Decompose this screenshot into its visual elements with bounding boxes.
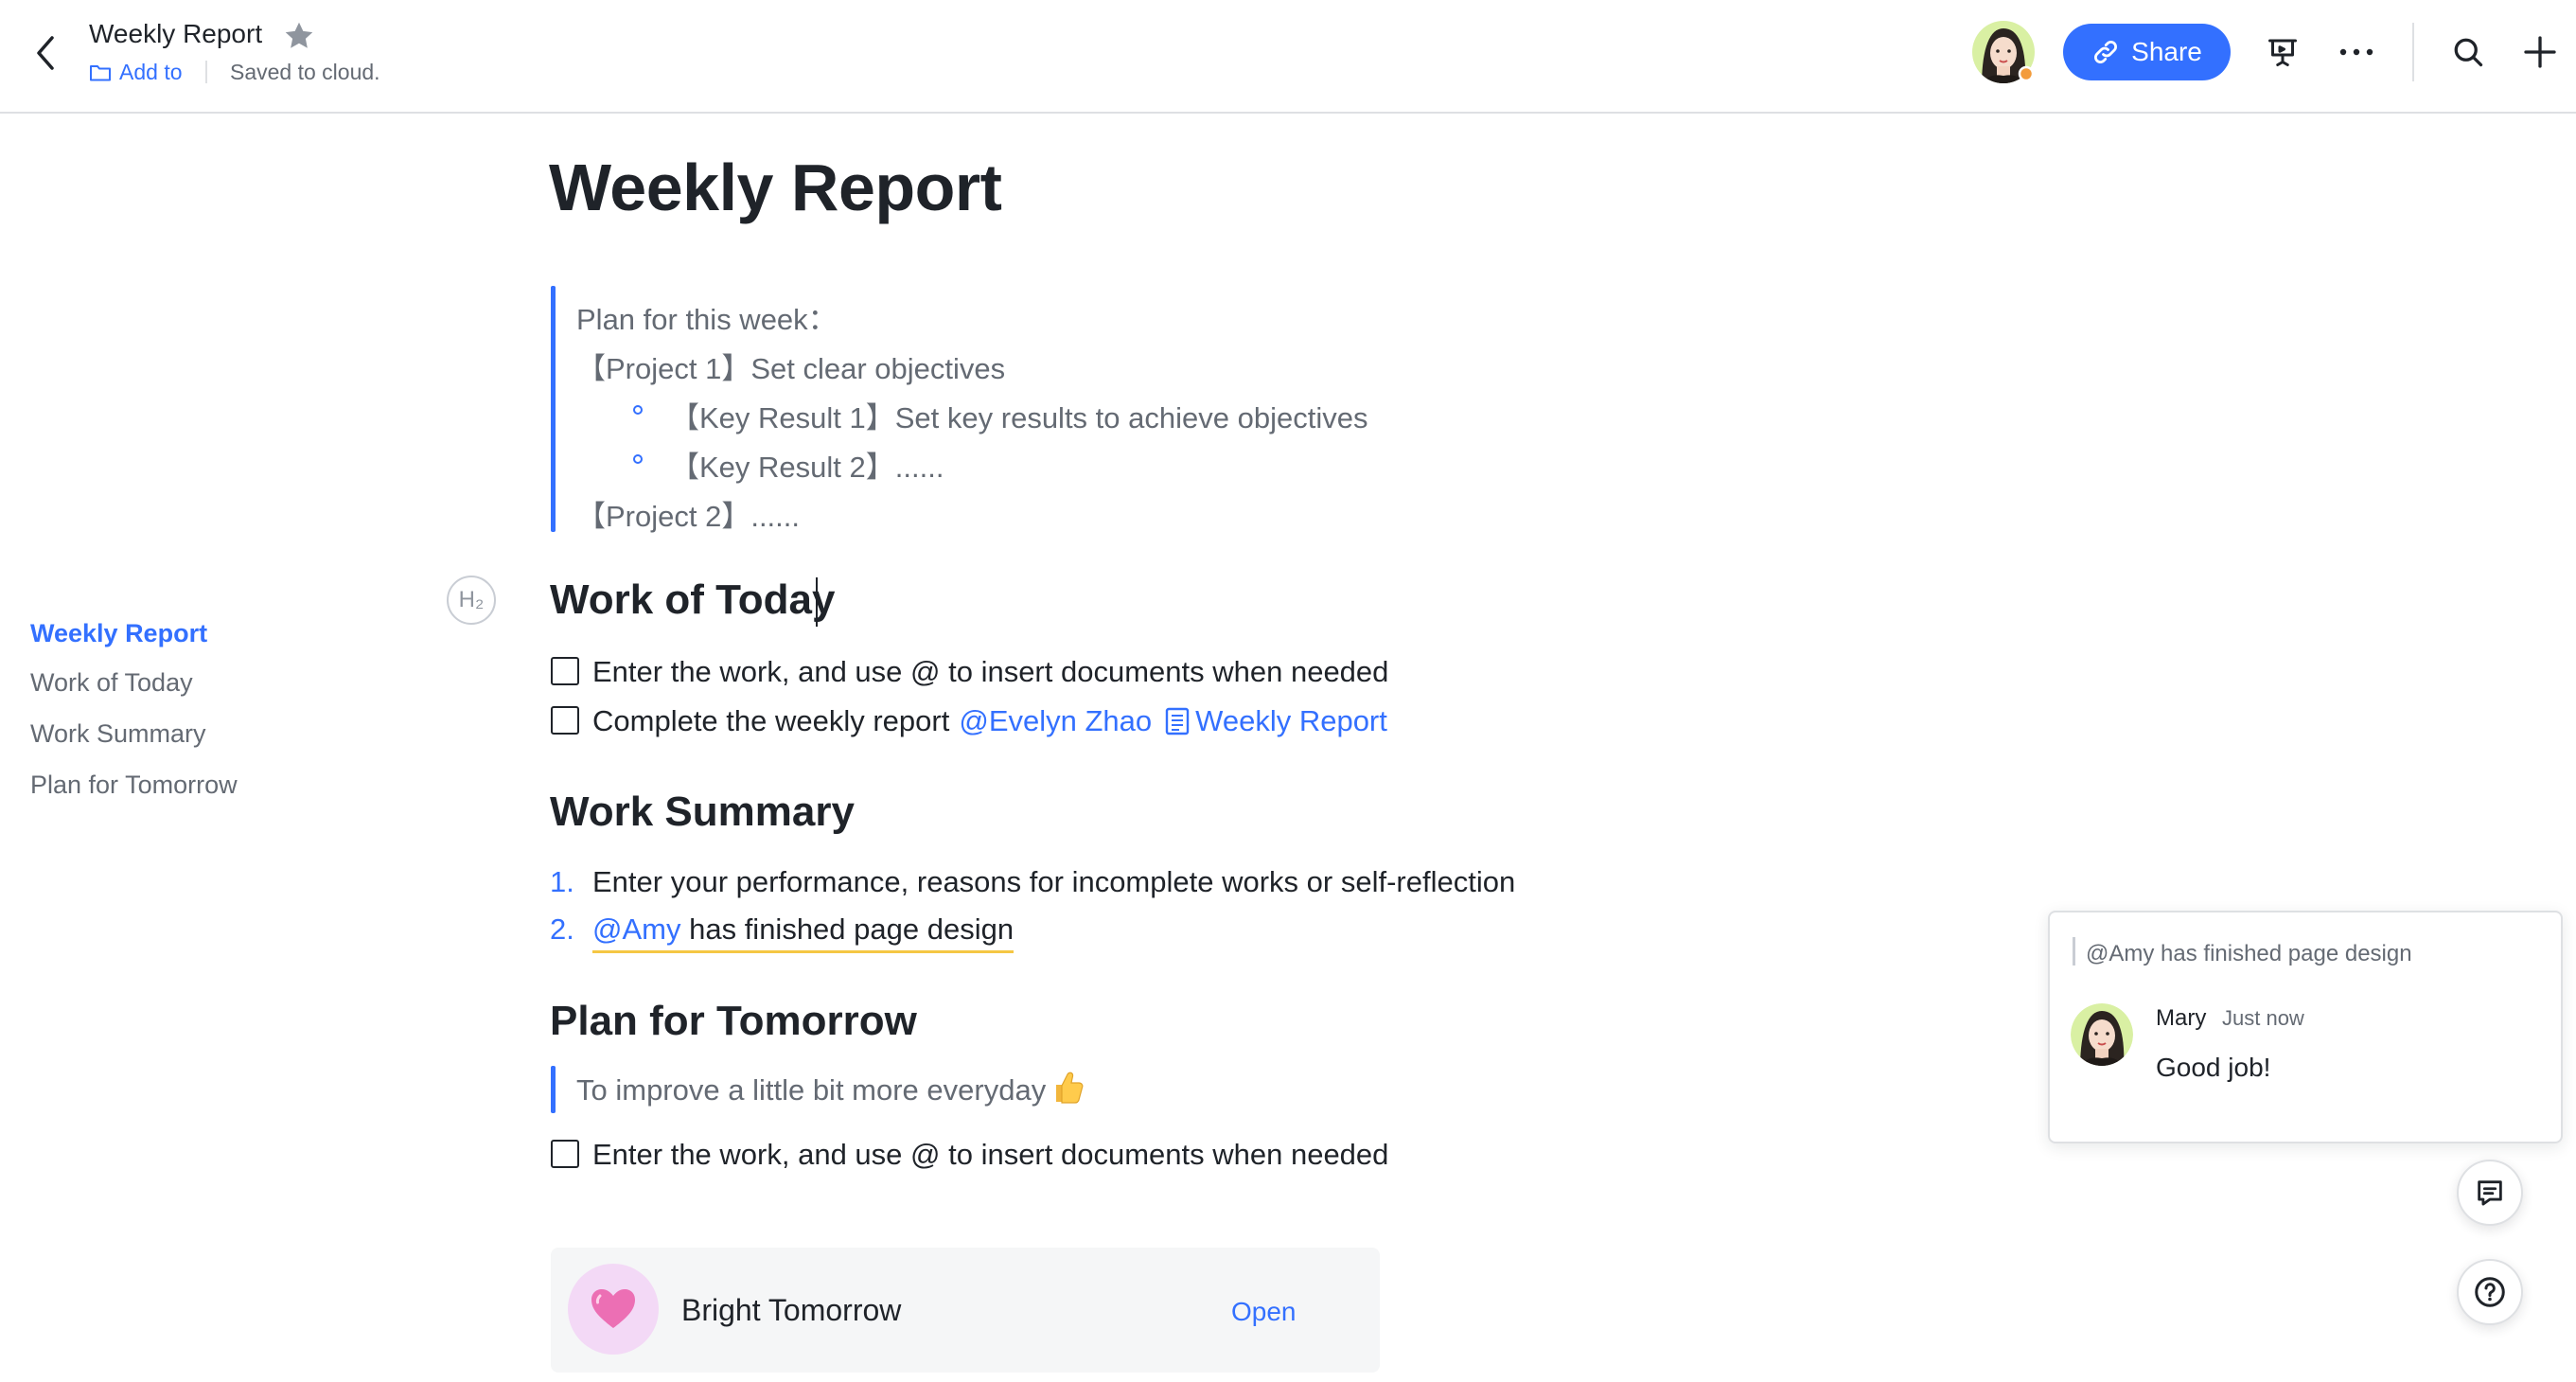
plus-icon[interactable] bbox=[2515, 27, 2565, 77]
text-cursor bbox=[816, 577, 818, 627]
quote-line[interactable]: 【Key Result 2】...... bbox=[670, 443, 944, 486]
help-icon bbox=[2475, 1277, 2505, 1307]
doc-icon bbox=[1165, 707, 1190, 735]
outline-item-plan-for-tomorrow[interactable]: Plan for Tomorrow bbox=[30, 771, 238, 800]
task-text[interactable]: Enter the work, and use @ to insert docu… bbox=[592, 1138, 1388, 1172]
comment-quote: @Amy has finished page design bbox=[2086, 941, 2412, 966]
page-title[interactable]: Weekly Report bbox=[549, 150, 1002, 225]
quote-line[interactable]: 【Project 1】Set clear objectives bbox=[576, 345, 1005, 387]
document-title[interactable]: Weekly Report bbox=[89, 19, 262, 49]
comment-button[interactable] bbox=[2457, 1160, 2523, 1226]
add-to-label: Add to bbox=[119, 60, 183, 84]
folder-icon bbox=[90, 64, 111, 80]
quote-line[interactable]: 【Key Result 1】Set key results to achieve… bbox=[670, 394, 1367, 436]
divider bbox=[205, 61, 207, 83]
doc-link-weekly-report[interactable]: Weekly Report bbox=[1195, 704, 1387, 738]
divider bbox=[2412, 23, 2414, 81]
mention-amy[interactable]: @Amy bbox=[592, 912, 680, 946]
card-title: Bright Tomorrow bbox=[681, 1293, 902, 1327]
help-button[interactable] bbox=[2457, 1259, 2523, 1325]
heading-plan-for-tomorrow[interactable]: Plan for Tomorrow bbox=[550, 998, 917, 1045]
bullet-icon bbox=[633, 454, 643, 464]
mention-evelyn-zhao[interactable]: @Evelyn Zhao bbox=[959, 704, 1152, 738]
share-label: Share bbox=[2131, 37, 2202, 66]
more-icon[interactable] bbox=[2332, 27, 2381, 77]
list-number: 1. bbox=[550, 865, 574, 898]
pink-heart-icon bbox=[568, 1264, 659, 1355]
add-to-button[interactable]: Add to bbox=[89, 60, 183, 85]
comment-body: Good job! bbox=[2156, 1053, 2271, 1082]
quote-line[interactable]: Plan for this week： bbox=[576, 295, 838, 338]
heading-level-button[interactable]: H₂ bbox=[447, 576, 496, 625]
save-status: Saved to cloud. bbox=[230, 60, 380, 84]
share-button[interactable]: Share bbox=[2063, 24, 2231, 80]
task-row: Complete the weekly report @Evelyn Zhao … bbox=[592, 704, 1387, 738]
open-button[interactable]: Open bbox=[1231, 1297, 1297, 1327]
outline-item-work-summary[interactable]: Work Summary bbox=[30, 719, 206, 749]
star-icon[interactable] bbox=[282, 19, 316, 53]
back-button[interactable] bbox=[21, 28, 70, 78]
user-avatar[interactable] bbox=[1972, 21, 2035, 83]
task-text[interactable]: Enter the work, and use @ to insert docu… bbox=[592, 655, 1388, 689]
quote-line[interactable]: 【Project 2】...... bbox=[576, 492, 800, 535]
quote-bar bbox=[551, 286, 556, 532]
list-item-text: has finished page design bbox=[680, 912, 1015, 946]
commented-text[interactable]: @Amy has finished page design bbox=[592, 912, 1015, 953]
heading-work-summary[interactable]: Work Summary bbox=[550, 788, 855, 836]
outline-item-weekly-report[interactable]: Weekly Report bbox=[30, 619, 207, 648]
top-bar: Weekly Report Add to Saved to cloud. Sha… bbox=[0, 0, 2576, 114]
quote-text: To improve a little bit more everyday bbox=[576, 1073, 1047, 1107]
task-checkbox[interactable] bbox=[551, 657, 579, 685]
bullet-icon bbox=[633, 405, 643, 415]
list-number: 2. bbox=[550, 912, 574, 946]
comment-author: Mary bbox=[2156, 1005, 2207, 1031]
comment-icon bbox=[2478, 1180, 2502, 1206]
quote-line[interactable]: To improve a little bit more everyday bbox=[576, 1072, 1085, 1107]
task-checkbox[interactable] bbox=[551, 1140, 579, 1168]
task-checkbox[interactable] bbox=[551, 706, 579, 735]
search-icon[interactable] bbox=[2444, 27, 2493, 77]
task-text[interactable]: Complete the weekly report bbox=[592, 704, 949, 738]
presentation-icon[interactable] bbox=[2258, 27, 2307, 77]
list-item[interactable]: Enter your performance, reasons for inco… bbox=[592, 865, 1515, 899]
quote-bar bbox=[2073, 937, 2075, 966]
avatar[interactable] bbox=[2071, 1003, 2133, 1066]
thumbs-up-icon bbox=[1056, 1072, 1084, 1104]
comment-time: Just now bbox=[2222, 1006, 2304, 1030]
link-icon bbox=[2094, 41, 2118, 63]
chevron-left-icon bbox=[37, 36, 54, 70]
outline-item-work-of-today[interactable]: Work of Today bbox=[30, 668, 193, 698]
quote-bar bbox=[551, 1066, 556, 1113]
heading-work-of-today[interactable]: Work of Today bbox=[550, 576, 836, 624]
